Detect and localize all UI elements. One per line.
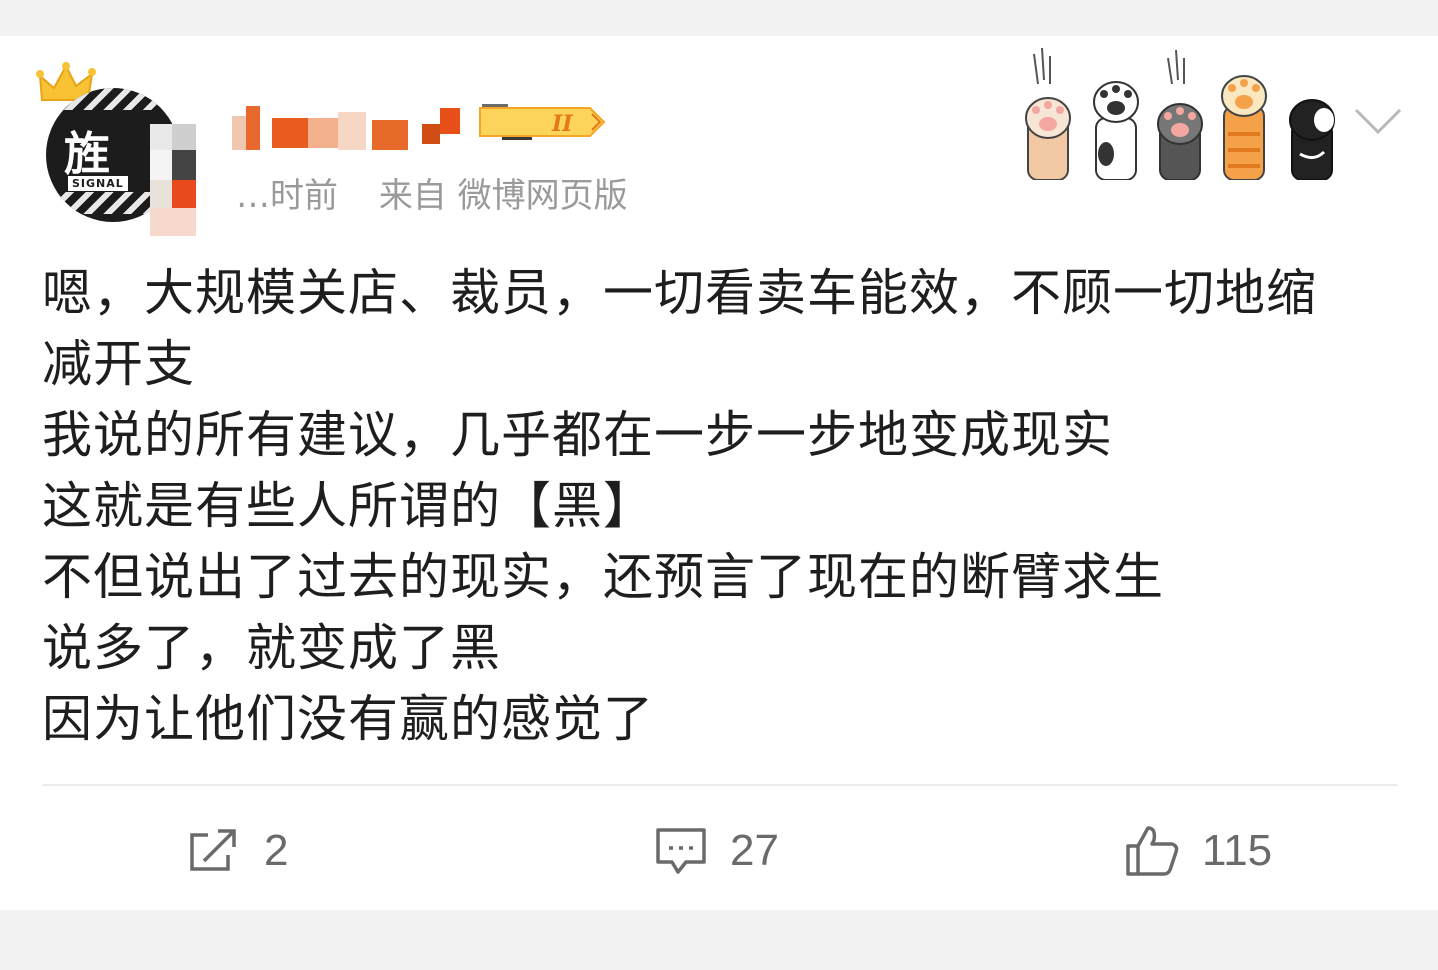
avatar-mosaic	[150, 124, 196, 236]
vip-badge-icon: II	[479, 107, 606, 137]
post-line: 这就是有些人所谓的【黑】	[42, 477, 654, 535]
post-meta: …时前 来自 微博网页版	[236, 168, 628, 217]
repost-button[interactable]: 2	[188, 818, 288, 884]
svg-text:II: II	[551, 111, 573, 137]
post-source[interactable]: 来自 微博网页版	[379, 176, 628, 216]
thumbs-up-icon	[1126, 826, 1179, 876]
post-line: 减开支	[42, 335, 195, 393]
comment-count: 27	[730, 826, 779, 875]
comment-icon	[656, 828, 706, 874]
avatar-signal-text: SIGNAL	[68, 176, 128, 191]
like-button[interactable]: 115	[1124, 818, 1272, 884]
post-line: 我说的所有建议，几乎都在一步一步地变成现实	[42, 406, 1113, 464]
divider	[42, 784, 1398, 786]
repost-count: 2	[264, 826, 289, 875]
post-content: 嗯，大规模关店、裁员，一切看卖车能效，不顾一切地缩 减开支 我说的所有建议，几乎…	[42, 258, 1402, 755]
author-avatar-area[interactable]: 旌 SIGNAL	[32, 58, 202, 238]
post-line: 说多了，就变成了黑	[42, 619, 501, 677]
chevron-down-icon[interactable]	[1352, 102, 1404, 138]
post-line: 不但说出了过去的现实，还预言了现在的断臂求生	[42, 548, 1164, 606]
like-count: 115	[1202, 826, 1273, 875]
cat-paws-decoration-icon	[1025, 47, 1335, 180]
repost-icon	[190, 829, 236, 871]
avatar-text: 旌	[64, 127, 110, 181]
post-time: …时前	[236, 176, 338, 216]
post-line: 嗯，大规模关店、裁员，一切看卖车能效，不顾一切地缩	[42, 264, 1317, 322]
post-line: 因为让他们没有赢的感觉了	[42, 690, 654, 748]
comment-button[interactable]: 27	[654, 818, 779, 884]
